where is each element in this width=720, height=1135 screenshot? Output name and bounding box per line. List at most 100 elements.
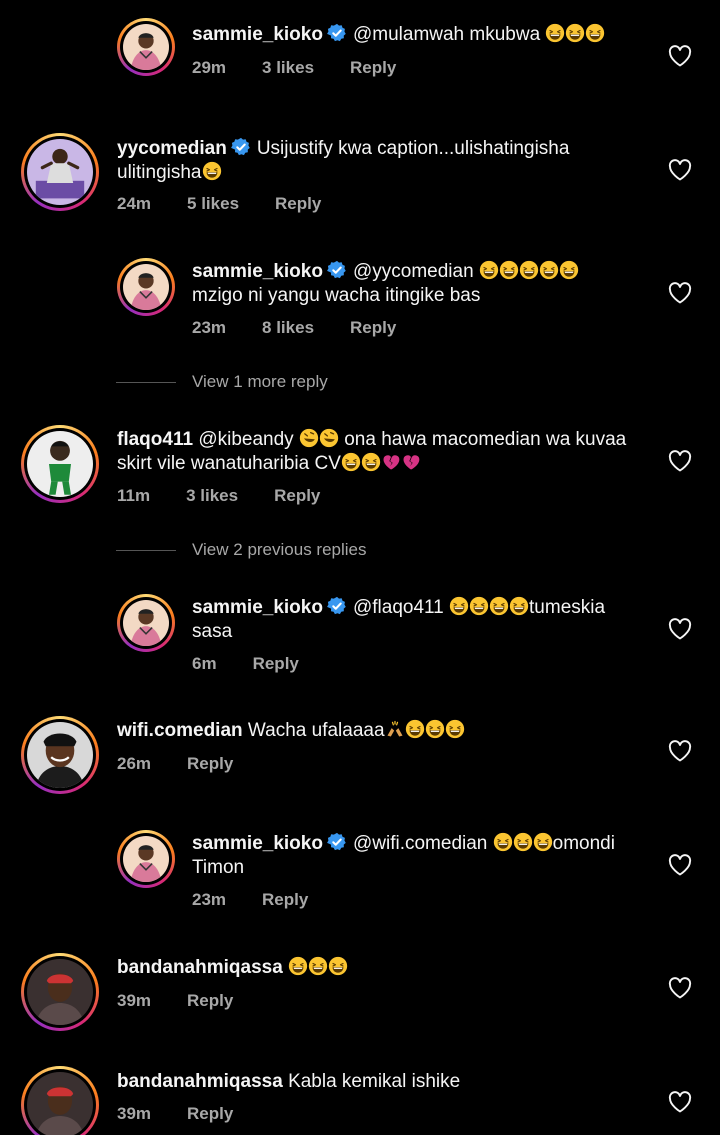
timestamp: 29m <box>192 58 227 77</box>
comment-meta: 23m Reply <box>192 890 344 910</box>
verified-badge-icon <box>327 23 347 43</box>
avatar[interactable] <box>21 716 99 794</box>
heart-icon[interactable] <box>668 45 692 67</box>
grinning-squinting-face-emoji <box>513 832 533 852</box>
username[interactable]: sammie_kioko <box>192 597 323 618</box>
likes-count[interactable]: 3 likes <box>262 58 314 78</box>
avatar[interactable] <box>21 133 99 211</box>
comment-body: flaqo411 @kibeandy ona hawa macomedian w… <box>117 428 657 476</box>
reply-button[interactable]: Reply <box>350 58 396 78</box>
grinning-squinting-face-emoji <box>509 596 529 616</box>
avatar[interactable] <box>117 18 175 76</box>
heart-icon[interactable] <box>668 1091 692 1113</box>
comment-text-line2: skirt vile wanatuharibia CV <box>117 453 341 474</box>
comment-body: wifi.comedian Wacha ufalaaaa <box>117 719 465 743</box>
heart-icon[interactable] <box>668 977 692 999</box>
reply-button[interactable]: Reply <box>274 486 320 506</box>
avatar[interactable] <box>117 594 175 652</box>
comment-body: sammie_kioko @yycomedian mzigo ni yangu w… <box>192 260 579 308</box>
username[interactable]: bandanahmiqassa <box>117 957 283 978</box>
rolling-on-floor-laughing-emoji <box>299 428 319 448</box>
grinning-squinting-face-emoji <box>585 23 605 43</box>
avatar[interactable] <box>21 953 99 1031</box>
timestamp: 6m <box>192 654 217 673</box>
verified-badge-icon <box>327 260 347 280</box>
view-more-label[interactable]: View 1 more reply <box>192 372 328 392</box>
reply-button[interactable]: Reply <box>262 890 308 910</box>
heart-icon[interactable] <box>668 450 692 472</box>
heart-icon[interactable] <box>668 282 692 304</box>
timestamp: 23m <box>192 318 227 337</box>
comment-meta: 23m 8 likes Reply <box>192 318 432 338</box>
view-more-replies[interactable]: View 1 more reply <box>116 372 328 392</box>
comment-text: @flaqo411 <box>352 597 444 618</box>
view-previous-replies[interactable]: View 2 previous replies <box>116 540 367 560</box>
username[interactable]: sammie_kioko <box>192 24 323 45</box>
comment-text-line2: sasa <box>192 621 233 642</box>
grinning-squinting-face-emoji <box>449 596 469 616</box>
reply-button[interactable]: Reply <box>187 1104 233 1124</box>
grinning-squinting-face-emoji <box>425 719 445 739</box>
grinning-squinting-face-emoji <box>493 832 513 852</box>
view-more-label[interactable]: View 2 previous replies <box>192 540 367 560</box>
comment-text-line2: ulitingisha <box>117 162 202 183</box>
heart-icon[interactable] <box>668 740 692 762</box>
reply-button[interactable]: Reply <box>275 194 321 214</box>
comment-body: sammie_kioko @mulamwah mkubwa <box>192 23 605 47</box>
comment-text-line2: Timon <box>192 857 245 878</box>
comment-text-b: tumeskia <box>529 597 606 618</box>
grinning-squinting-face-emoji <box>469 596 489 616</box>
comment-body: yycomedian Usijustify kwa caption...ulish… <box>117 137 657 185</box>
rolling-on-floor-laughing-emoji <box>319 428 339 448</box>
grinning-squinting-face-emoji <box>559 260 579 280</box>
grinning-squinting-face-emoji <box>361 452 381 472</box>
comment-feed: sammie_kioko @mulamwah mkubwa 29m 3 likes… <box>0 0 720 1135</box>
grinning-squinting-face-emoji <box>405 719 425 739</box>
avatar[interactable] <box>117 258 175 316</box>
comment-meta: 39m Reply <box>117 991 269 1011</box>
likes-count[interactable]: 3 likes <box>186 486 238 506</box>
comment-text-line2: mzigo ni yangu wacha itingike bas <box>192 285 481 306</box>
timestamp: 39m <box>117 991 152 1010</box>
reply-button[interactable]: Reply <box>187 754 233 774</box>
timestamp: 11m <box>117 486 151 505</box>
verified-badge-icon <box>231 137 251 157</box>
username[interactable]: flaqo411 <box>117 429 193 450</box>
comment-text: @yycomedian <box>352 261 474 282</box>
grinning-squinting-face-emoji <box>539 260 559 280</box>
username[interactable]: bandanahmiqassa <box>117 1071 283 1092</box>
username[interactable]: sammie_kioko <box>192 833 323 854</box>
broken-heart-emoji <box>401 452 421 472</box>
timestamp: 23m <box>192 890 227 909</box>
avatar[interactable] <box>117 830 175 888</box>
grinning-squinting-face-emoji <box>519 260 539 280</box>
grinning-squinting-face-emoji <box>499 260 519 280</box>
comment-text-b: ona hawa macomedian wa kuvaa <box>344 429 627 450</box>
raising-hands-emoji <box>385 719 405 739</box>
comment-text: Wacha ufalaaaa <box>247 720 385 741</box>
comment-body: bandanahmiqassa <box>117 956 348 980</box>
grinning-squinting-face-emoji <box>533 832 553 852</box>
grinning-squinting-face-emoji <box>341 452 361 472</box>
avatar[interactable] <box>21 1066 99 1135</box>
heart-icon[interactable] <box>668 854 692 876</box>
comment-meta: 6m Reply <box>192 654 335 674</box>
reply-button[interactable]: Reply <box>253 654 299 674</box>
username[interactable]: yycomedian <box>117 138 227 159</box>
reply-button[interactable]: Reply <box>187 991 233 1011</box>
grinning-squinting-face-emoji <box>308 956 328 976</box>
reply-button[interactable]: Reply <box>350 318 396 338</box>
comment-meta: 11m 3 likes Reply <box>117 486 356 506</box>
heart-icon[interactable] <box>668 618 692 640</box>
avatar[interactable] <box>21 425 99 503</box>
verified-badge-icon <box>327 596 347 616</box>
username[interactable]: wifi.comedian <box>117 720 243 741</box>
timestamp: 24m <box>117 194 152 213</box>
username[interactable]: sammie_kioko <box>192 261 323 282</box>
divider-line <box>116 549 176 551</box>
comment-text: @mulamwah mkubwa <box>352 24 541 45</box>
divider-line <box>116 381 176 383</box>
heart-icon[interactable] <box>668 159 692 181</box>
likes-count[interactable]: 8 likes <box>262 318 314 338</box>
likes-count[interactable]: 5 likes <box>187 194 239 214</box>
